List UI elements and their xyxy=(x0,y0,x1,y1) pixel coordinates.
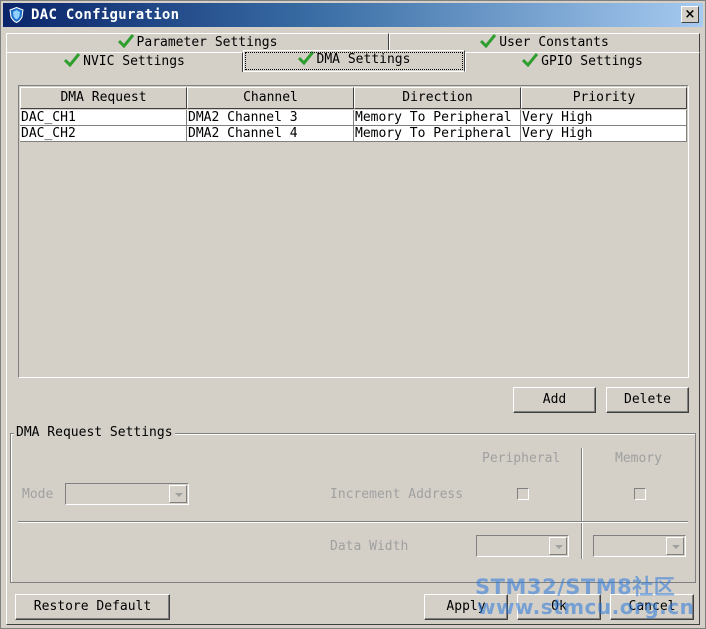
cell-dma-request: DAC_CH2 xyxy=(20,126,187,142)
group-title: DMA Request Settings xyxy=(14,425,175,440)
cell-direction: Memory To Peripheral xyxy=(354,110,521,126)
row-divider xyxy=(18,521,688,523)
close-button[interactable]: × xyxy=(681,6,699,23)
tab-nvic-settings[interactable]: NVIC Settings xyxy=(6,52,243,72)
mode-label: Mode xyxy=(22,487,54,502)
check-icon xyxy=(522,53,539,67)
memory-data-width-select[interactable] xyxy=(593,535,686,557)
check-icon xyxy=(480,34,497,48)
chevron-down-icon xyxy=(666,537,684,555)
dialog-window: DAC Configuration × Parameter Settings U… xyxy=(0,0,706,629)
data-width-label: Data Width xyxy=(330,539,409,554)
dma-request-table[interactable]: DMA Request Channel Direction Priority D… xyxy=(18,85,689,378)
check-icon xyxy=(64,53,81,67)
tab-label: NVIC Settings xyxy=(83,54,185,69)
add-button[interactable]: Add xyxy=(513,387,596,413)
cell-priority: Very High xyxy=(521,126,687,142)
cell-dma-request: DAC_CH1 xyxy=(20,110,187,126)
app-shield-icon xyxy=(9,7,24,23)
chevron-down-icon xyxy=(169,485,187,503)
cell-priority: Very High xyxy=(521,110,687,126)
dma-request-settings-group xyxy=(10,433,696,583)
peripheral-data-width-select[interactable] xyxy=(476,535,569,557)
window-title: DAC Configuration xyxy=(31,7,180,23)
tab-label: Parameter Settings xyxy=(136,35,278,50)
peripheral-label: Peripheral xyxy=(482,451,561,466)
increment-address-label: Increment Address xyxy=(330,487,464,502)
check-icon xyxy=(117,34,134,48)
delete-button[interactable]: Delete xyxy=(606,387,689,413)
check-icon xyxy=(297,51,314,65)
mode-select[interactable] xyxy=(65,483,189,505)
chevron-down-icon xyxy=(549,537,567,555)
column-header-direction[interactable]: Direction xyxy=(354,87,521,109)
tab-label: DMA Settings xyxy=(316,52,411,67)
column-header-priority[interactable]: Priority xyxy=(521,87,687,109)
peripheral-increment-checkbox[interactable] xyxy=(517,488,529,500)
column-header-channel[interactable]: Channel xyxy=(187,87,354,109)
close-icon: × xyxy=(684,7,696,22)
title-bar: DAC Configuration × xyxy=(3,3,703,27)
watermark-line-2: www.stmcu.org.cn xyxy=(477,595,695,619)
memory-increment-checkbox[interactable] xyxy=(634,488,646,500)
cell-channel: DMA2 Channel 3 xyxy=(187,110,354,126)
tab-dma-settings[interactable]: DMA Settings xyxy=(243,50,465,72)
memory-label: Memory xyxy=(615,451,662,466)
column-header-dma-request[interactable]: DMA Request xyxy=(20,87,187,109)
table-row[interactable]: DAC_CH2 DMA2 Channel 4 Memory To Periphe… xyxy=(20,126,687,142)
cell-channel: DMA2 Channel 4 xyxy=(187,126,354,142)
tab-label: GPIO Settings xyxy=(541,54,643,69)
cell-direction: Memory To Peripheral xyxy=(354,126,521,142)
table-row[interactable]: DAC_CH1 DMA2 Channel 3 Memory To Periphe… xyxy=(20,110,687,126)
column-divider xyxy=(581,448,583,559)
tab-gpio-settings[interactable]: GPIO Settings xyxy=(465,52,700,72)
tab-label: User Constants xyxy=(499,35,609,50)
restore-default-button[interactable]: Restore Default xyxy=(15,594,170,620)
